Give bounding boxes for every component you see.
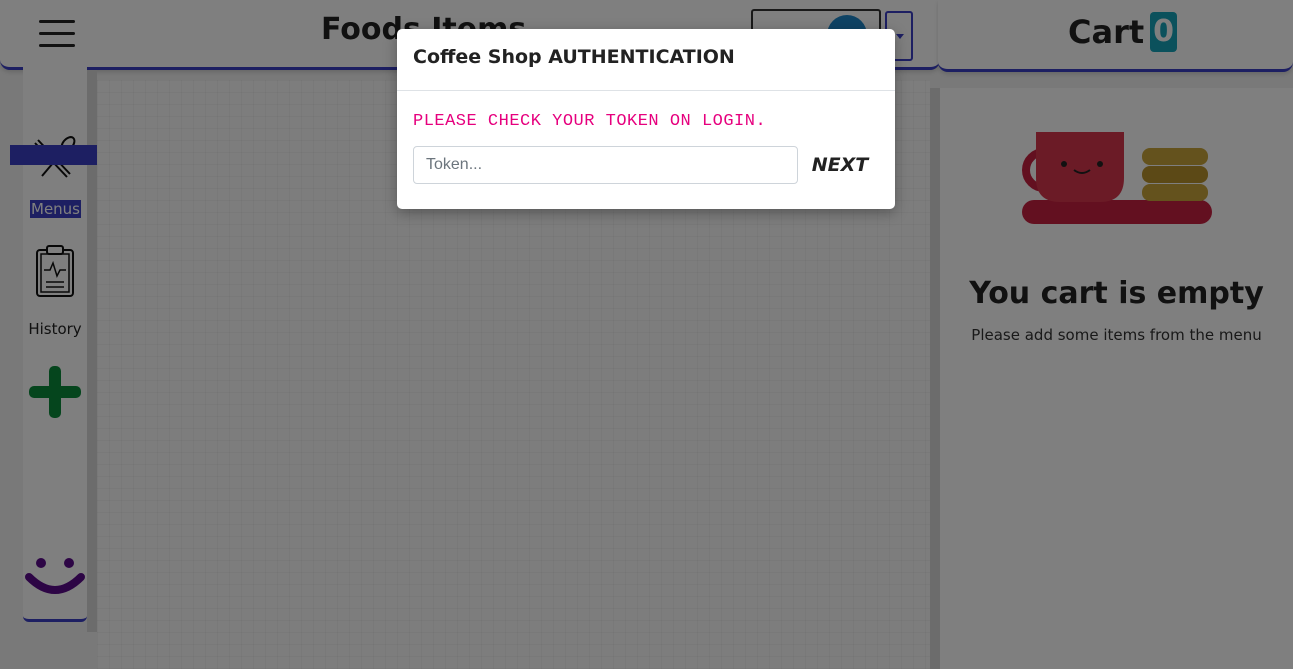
next-button[interactable]: NEXT bbox=[805, 146, 875, 184]
modal-title: Coffee Shop AUTHENTICATION bbox=[397, 29, 895, 91]
token-input[interactable] bbox=[413, 146, 798, 184]
token-error-message: PLEASE CHECK YOUR TOKEN ON LOGIN. bbox=[413, 112, 767, 131]
auth-modal: Coffee Shop AUTHENTICATION PLEASE CHECK … bbox=[397, 29, 895, 209]
